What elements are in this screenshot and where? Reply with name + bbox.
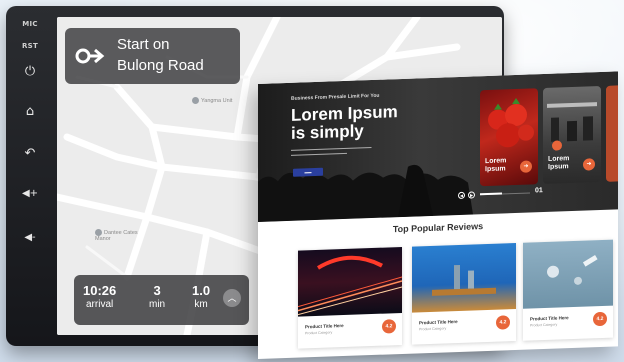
back-icon[interactable]: ↶	[6, 146, 54, 161]
poi-pin-icon	[192, 97, 199, 104]
eta-card[interactable]: 10:26 arrival 3 min 1.0 km ︿	[74, 275, 249, 325]
chevron-up-icon[interactable]: ︿	[223, 289, 241, 307]
card-image-cafe	[412, 242, 516, 313]
eta-distance: 1.0 km	[192, 283, 211, 310]
eta-duration: 3 min	[149, 283, 166, 310]
card-category: Product Category	[419, 326, 447, 332]
pager-next-icon[interactable]: ▶	[468, 191, 475, 199]
map-poi[interactable]: Yangma Unit	[192, 97, 232, 104]
slide-card-gym[interactable]: Lorem Ipsum ➜	[543, 86, 601, 185]
card-image-water	[523, 239, 613, 309]
side-button-strip: MIC RST ⏻ ⌂ ↶ ◀+ ◀-	[6, 6, 54, 346]
card-title: Product Title Here	[530, 315, 569, 322]
turn-street-name: Bulong Road	[117, 57, 204, 74]
turn-right-arrow-icon	[75, 48, 105, 64]
home-icon[interactable]: ⌂	[6, 104, 54, 119]
website-mockup: Business From Presale Limit For You Lore…	[258, 71, 618, 359]
mic-label: MIC	[22, 20, 38, 28]
hero-title: Lorem Ipsum is simply	[291, 102, 398, 143]
poi-pin-icon	[95, 229, 102, 236]
review-card[interactable]: Product Title Here Product Category 4.2	[298, 246, 402, 349]
volume-up-icon[interactable]: ◀+	[6, 188, 54, 199]
score-badge: 4.2	[593, 311, 607, 327]
card-category: Product Category	[305, 330, 333, 336]
volume-down-icon[interactable]: ◀-	[6, 232, 54, 243]
hero-banner: Business From Presale Limit For You Lore…	[258, 71, 618, 222]
turn-instruction-card[interactable]: Start on Bulong Road	[65, 28, 240, 84]
score-badge: 4.2	[382, 319, 396, 334]
hero-kicker: Business From Presale Limit For You	[291, 92, 380, 102]
slide-card-partial[interactable]	[606, 85, 618, 182]
hero-cta-button[interactable]: ▬▬	[293, 167, 323, 177]
review-card[interactable]: Product Title Here Product Category 4.2	[412, 242, 516, 345]
reset-button[interactable]: RST	[6, 42, 54, 50]
map-poi[interactable]: Dantee Cates Manor	[95, 229, 145, 242]
card-title: Product Title Here	[419, 319, 458, 326]
pager-prev-icon[interactable]: ◀	[458, 191, 465, 200]
eta-arrival: 10:26 arrival	[83, 283, 117, 310]
review-card[interactable]: Product Title Here Product Category 4.2	[523, 239, 613, 341]
turn-instruction-line1: Start on	[117, 36, 170, 53]
score-badge: 4.2	[496, 315, 510, 330]
pager-number: 01	[535, 187, 543, 195]
slide-label: Lorem Ipsum	[485, 157, 507, 174]
card-title: Product Title Here	[305, 323, 344, 330]
slide-label: Lorem Ipsum	[548, 155, 570, 171]
slide-card-strawberries[interactable]: Lorem Ipsum ➜	[480, 88, 538, 187]
power-icon[interactable]: ⏻	[6, 64, 54, 79]
card-category: Product Category	[530, 322, 558, 328]
card-image-lights	[298, 246, 402, 317]
pager-progress	[480, 192, 502, 196]
